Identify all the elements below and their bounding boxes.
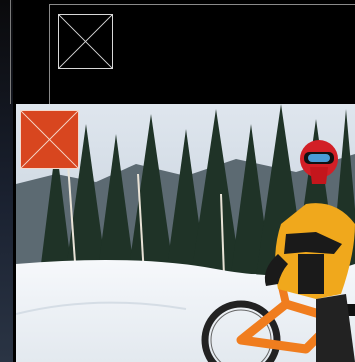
orange-image-placeholder[interactable] xyxy=(20,110,79,169)
broken-image-icon xyxy=(21,111,78,168)
top-image-placeholder[interactable] xyxy=(58,14,113,69)
frame-left-border xyxy=(49,4,50,104)
broken-image-icon xyxy=(59,15,112,68)
left-side-panel xyxy=(0,0,13,362)
frame-top-border xyxy=(49,4,355,5)
left-divider xyxy=(10,0,11,104)
